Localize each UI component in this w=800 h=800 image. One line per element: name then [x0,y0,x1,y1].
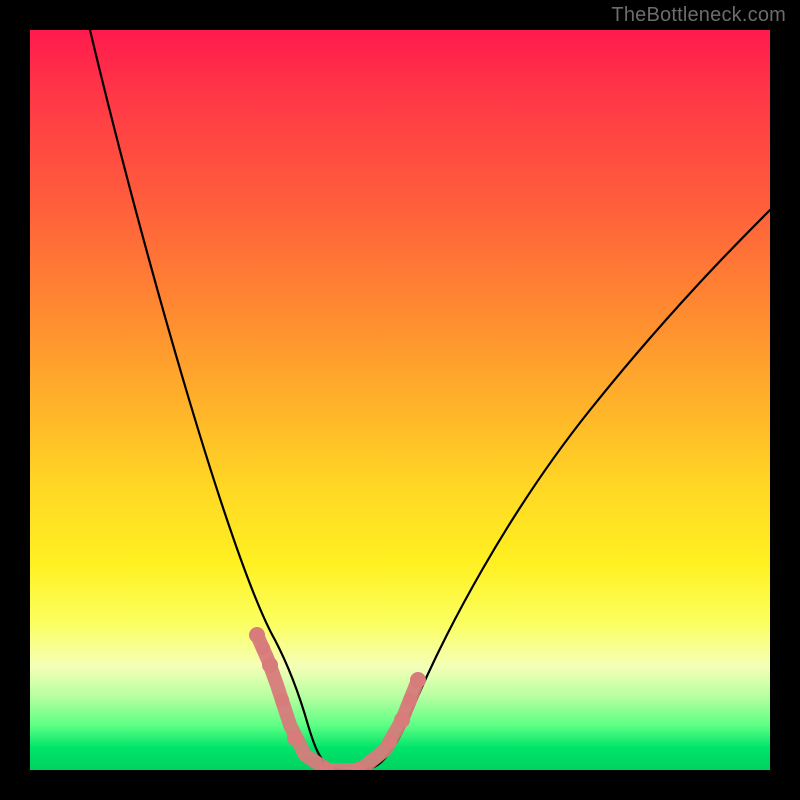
bottleneck-curve [90,30,770,770]
marker-dot [262,657,278,673]
marker-dot [394,712,410,728]
chart-svg [30,30,770,770]
marker-dot [275,693,289,707]
marker-dot [410,672,426,688]
watermark-text: TheBottleneck.com [611,4,786,27]
plot-area [30,30,770,770]
marker-dot [403,693,417,707]
marker-dots-group [249,627,426,770]
chart-frame: TheBottleneck.com [0,0,800,800]
marker-dot [383,735,397,749]
marker-dot [249,627,265,643]
marker-dot [287,730,303,746]
marker-dot [256,641,270,655]
